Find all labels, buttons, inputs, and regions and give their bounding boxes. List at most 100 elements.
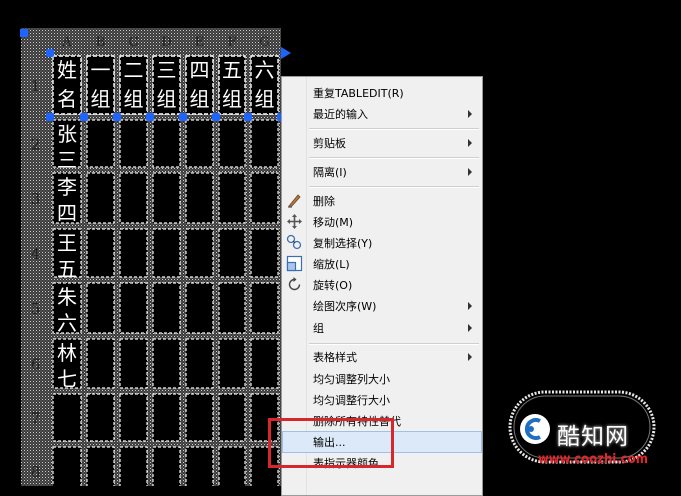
- column-header-label: C: [129, 35, 139, 50]
- name-cell-text: 五: [57, 257, 77, 281]
- header-cell-text: 组: [222, 87, 242, 111]
- submenu-arrow-icon: [468, 110, 472, 118]
- menu-item-label: 最近的输入: [313, 108, 368, 121]
- table-cell[interactable]: [218, 228, 246, 278]
- name-cell-text: 张: [57, 122, 77, 146]
- menu-item-rotate[interactable]: 旋转(O): [282, 274, 482, 296]
- row-header-label: 6: [31, 356, 41, 374]
- table-cell[interactable]: [119, 282, 148, 334]
- selection-grip[interactable]: [146, 113, 154, 121]
- selection-grip[interactable]: [80, 113, 88, 121]
- name-cell-text: 四: [57, 201, 77, 225]
- table-stretch-grip[interactable]: [281, 47, 291, 59]
- table-cell[interactable]: [86, 393, 115, 442]
- name-cell-text: 王: [57, 231, 77, 255]
- header-cell-text: 名: [57, 87, 77, 111]
- table-cell[interactable]: [119, 446, 148, 486]
- table-cell[interactable]: [218, 338, 246, 389]
- table-cell[interactable]: [152, 282, 181, 334]
- table-cell[interactable]: [185, 119, 214, 168]
- submenu-arrow-icon: [468, 324, 472, 332]
- header-cell-text: 六: [255, 58, 275, 82]
- menu-item-scale[interactable]: 缩放(L): [282, 253, 482, 275]
- selection-grip[interactable]: [244, 113, 252, 121]
- menu-item-label: 均匀调整行大小: [313, 394, 390, 407]
- table-cell[interactable]: [185, 446, 214, 486]
- menu-separator: [309, 186, 479, 188]
- menu-item-clipboard[interactable]: 剪贴板: [282, 132, 482, 154]
- scale-icon: [286, 255, 303, 272]
- table-cell[interactable]: [250, 172, 279, 224]
- table-cell[interactable]: [185, 282, 214, 334]
- table-cell[interactable]: [119, 172, 148, 224]
- table-cell[interactable]: [52, 393, 82, 442]
- menu-item-label: 缩放(L): [313, 258, 350, 271]
- menu-item-size-rows-equally[interactable]: 均匀调整行大小: [282, 389, 482, 411]
- column-header-label: F: [227, 35, 236, 50]
- table-cell[interactable]: [152, 228, 181, 278]
- menu-item-group[interactable]: 组: [282, 317, 482, 339]
- coozhi-logo-icon: [520, 414, 550, 444]
- column-header-label: B: [96, 35, 106, 50]
- table-cell[interactable]: [218, 172, 246, 224]
- highlight-annotation-box: [268, 418, 394, 468]
- table-cell[interactable]: [86, 228, 115, 278]
- selection-grip[interactable]: [46, 49, 54, 57]
- selection-grip[interactable]: [179, 113, 187, 121]
- menu-separator: [309, 343, 479, 345]
- menu-item-label: 表格样式: [313, 351, 357, 364]
- name-cell-text: 六: [57, 311, 77, 335]
- table-cell[interactable]: [152, 393, 181, 442]
- table-cell[interactable]: [218, 446, 246, 486]
- table-cell[interactable]: [185, 228, 214, 278]
- table-cell[interactable]: [185, 338, 214, 389]
- table-cell[interactable]: [185, 393, 214, 442]
- menu-item-table-style[interactable]: 表格样式: [282, 346, 482, 368]
- table-cell[interactable]: [86, 172, 115, 224]
- menu-item-delete[interactable]: 删除: [282, 190, 482, 212]
- column-header-label: E: [195, 35, 205, 50]
- name-cell-text: 林: [57, 341, 77, 365]
- rotate-icon: [288, 277, 301, 291]
- menu-separator: [309, 128, 479, 130]
- table-cell[interactable]: [250, 119, 279, 168]
- table-cell[interactable]: [152, 446, 181, 486]
- menu-item-draw-order[interactable]: 绘图次序(W): [282, 295, 482, 317]
- table-cell[interactable]: [152, 119, 181, 168]
- table-cell[interactable]: [218, 393, 246, 442]
- table-cell[interactable]: [86, 282, 115, 334]
- table-cell[interactable]: [86, 446, 115, 486]
- table-cell[interactable]: [250, 228, 279, 278]
- selection-grip[interactable]: [212, 113, 220, 121]
- table-cell[interactable]: [152, 338, 181, 389]
- menu-item-size-columns-equally[interactable]: 均匀调整列大小: [282, 368, 482, 390]
- table-cell[interactable]: [119, 228, 148, 278]
- cad-table[interactable]: A B C D E F G12345678姓名一组二组三组四组五组六组张三李四王五朱六林七: [20, 28, 291, 486]
- menu-item-label: 均匀调整列大小: [313, 373, 390, 386]
- table-corner-grip[interactable]: [20, 29, 28, 37]
- selection-grip[interactable]: [46, 113, 54, 121]
- table-cell[interactable]: [185, 172, 214, 224]
- table-cell[interactable]: [250, 282, 279, 334]
- table-cell[interactable]: [218, 282, 246, 334]
- row-header-label: 3: [31, 190, 41, 208]
- header-cell-text: 三: [157, 58, 177, 82]
- table-cell[interactable]: [86, 119, 115, 168]
- menu-item-move[interactable]: 移动(M): [282, 211, 482, 233]
- table-cell[interactable]: [86, 338, 115, 389]
- header-cell-text: 组: [91, 87, 111, 111]
- table-cell[interactable]: [250, 338, 279, 389]
- table-cell[interactable]: [218, 119, 246, 168]
- menu-item-repeat-tabledit[interactable]: 重复TABLEDIT(R): [282, 82, 482, 104]
- selection-grip[interactable]: [113, 113, 121, 121]
- table-cell[interactable]: [152, 172, 181, 224]
- table-cell[interactable]: [119, 338, 148, 389]
- menu-item-label: 剪贴板: [313, 137, 346, 150]
- table-cell[interactable]: [119, 119, 148, 168]
- menu-item-recent-input[interactable]: 最近的输入: [282, 103, 482, 125]
- menu-item-isolate[interactable]: 隔离(I): [282, 161, 482, 183]
- menu-item-copy-selection[interactable]: 复制选择(Y): [282, 232, 482, 254]
- table-cell[interactable]: [52, 446, 82, 486]
- table-cell[interactable]: [119, 393, 148, 442]
- header-cell-text: 组: [157, 87, 177, 111]
